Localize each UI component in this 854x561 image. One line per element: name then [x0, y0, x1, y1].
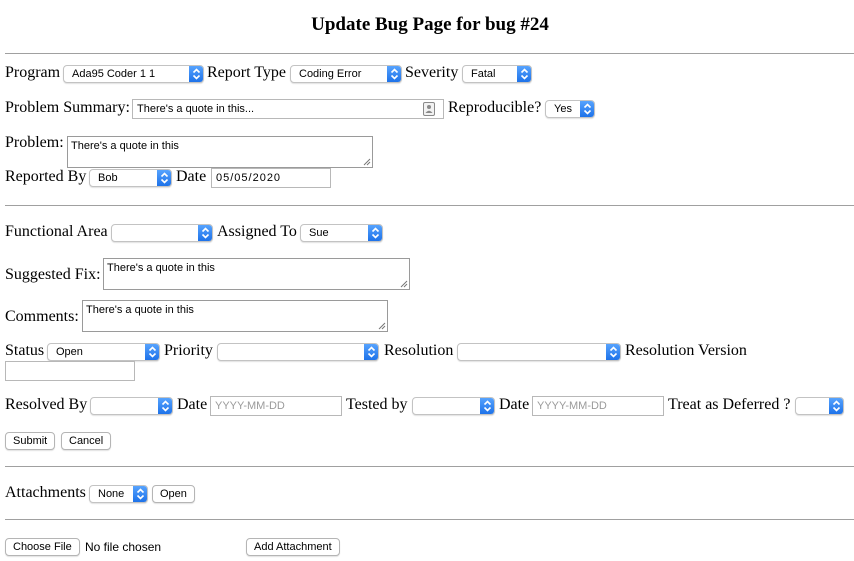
report-type-select[interactable]: Coding Error — [290, 65, 402, 83]
chevron-updown-icon — [606, 344, 620, 360]
comments-textarea[interactable]: There's a quote in this — [82, 300, 388, 332]
page-title: Update Bug Page for bug #24 — [311, 14, 549, 35]
contacts-autofill-icon — [423, 102, 435, 118]
functional-area-select[interactable] — [111, 224, 213, 242]
severity-value: Fatal — [471, 68, 496, 80]
deferred-select[interactable] — [795, 397, 844, 415]
attachments-select[interactable]: None — [89, 485, 148, 503]
divider — [5, 53, 854, 54]
assigned-to-value: Sue — [309, 227, 329, 239]
chevron-updown-icon — [364, 344, 378, 360]
status-label: Status — [5, 342, 45, 359]
reported-by-label: Reported By — [5, 168, 87, 185]
chevron-updown-icon — [368, 225, 382, 241]
resize-grip-icon[interactable] — [400, 280, 408, 288]
suggested-fix-label: Suggested Fix: — [5, 266, 101, 283]
reported-by-value: Bob — [98, 172, 118, 184]
suggested-fix-textarea[interactable]: There's a quote in this — [103, 258, 410, 290]
resolved-by-label: Resolved By — [5, 396, 88, 413]
chevron-updown-icon — [829, 398, 843, 414]
attachments-label: Attachments — [5, 484, 86, 501]
chevron-updown-icon — [158, 398, 172, 414]
tested-date-label: Date — [499, 396, 530, 413]
open-attachment-button[interactable]: Open — [152, 485, 195, 503]
deferred-label: Treat as Deferred ? — [668, 396, 791, 413]
cancel-button[interactable]: Cancel — [61, 432, 112, 450]
resolution-label: Resolution — [384, 342, 454, 359]
divider — [5, 466, 854, 467]
resolution-version-input[interactable] — [5, 361, 135, 381]
resolution-version-label: Resolution Version — [625, 342, 747, 359]
problem-summary-value: There's a quote in this... — [137, 103, 255, 115]
add-attachment-button[interactable]: Add Attachment — [246, 538, 340, 556]
chevron-updown-icon — [133, 486, 147, 502]
resize-grip-icon[interactable] — [363, 158, 371, 166]
chevron-updown-icon — [387, 66, 401, 82]
program-value: Ada95 Coder 1 1 — [72, 68, 156, 80]
status-value: Open — [56, 346, 83, 358]
problem-summary-label: Problem Summary: — [5, 99, 130, 116]
reproducible-label: Reproducible? — [448, 99, 542, 116]
assigned-to-label: Assigned To — [217, 223, 297, 240]
report-date-input[interactable]: 05/05/2020 — [211, 168, 331, 188]
chevron-updown-icon — [145, 344, 159, 360]
choose-file-button[interactable]: Choose File — [5, 538, 80, 556]
priority-select[interactable] — [217, 343, 379, 361]
chevron-updown-icon — [517, 66, 531, 82]
assigned-to-select[interactable]: Sue — [300, 224, 383, 242]
report-type-label: Report Type — [207, 64, 287, 81]
resolved-by-select[interactable] — [90, 397, 173, 415]
comments-value: There's a quote in this — [86, 304, 194, 316]
comments-label: Comments: — [5, 308, 79, 325]
file-status-text: No file chosen — [85, 540, 162, 554]
program-label: Program — [5, 64, 61, 81]
reported-by-select[interactable]: Bob — [89, 169, 172, 187]
severity-select[interactable]: Fatal — [462, 65, 532, 83]
resolved-date-label: Date — [177, 396, 208, 413]
divider — [5, 205, 854, 206]
reproducible-select[interactable]: Yes — [545, 100, 595, 118]
status-select[interactable]: Open — [47, 343, 160, 361]
program-select[interactable]: Ada95 Coder 1 1 — [63, 65, 204, 83]
severity-label: Severity — [405, 64, 459, 81]
resolved-date-input[interactable]: YYYY-MM-DD — [210, 396, 342, 416]
tested-by-label: Tested by — [346, 396, 408, 413]
priority-label: Priority — [164, 342, 213, 359]
reproducible-value: Yes — [554, 103, 572, 115]
divider — [5, 519, 854, 520]
tested-by-select[interactable] — [412, 397, 495, 415]
tested-date-input[interactable]: YYYY-MM-DD — [532, 396, 664, 416]
functional-area-label: Functional Area — [5, 223, 108, 240]
resize-grip-icon[interactable] — [378, 322, 386, 330]
submit-button[interactable]: Submit — [5, 432, 56, 450]
suggested-fix-value: There's a quote in this — [107, 262, 215, 274]
attachments-value: None — [98, 488, 125, 500]
chevron-updown-icon — [580, 101, 594, 117]
report-type-value: Coding Error — [299, 68, 362, 80]
problem-textarea[interactable]: There's a quote in this — [67, 136, 373, 168]
chevron-updown-icon — [157, 170, 171, 186]
report-date-label: Date — [176, 168, 207, 185]
chevron-updown-icon — [198, 225, 212, 241]
problem-value: There's a quote in this — [71, 140, 179, 152]
problem-label: Problem: — [5, 134, 64, 151]
chevron-updown-icon — [480, 398, 494, 414]
chevron-updown-icon — [189, 66, 203, 82]
resolution-select[interactable] — [457, 343, 621, 361]
problem-summary-input[interactable]: There's a quote in this... — [132, 99, 444, 119]
